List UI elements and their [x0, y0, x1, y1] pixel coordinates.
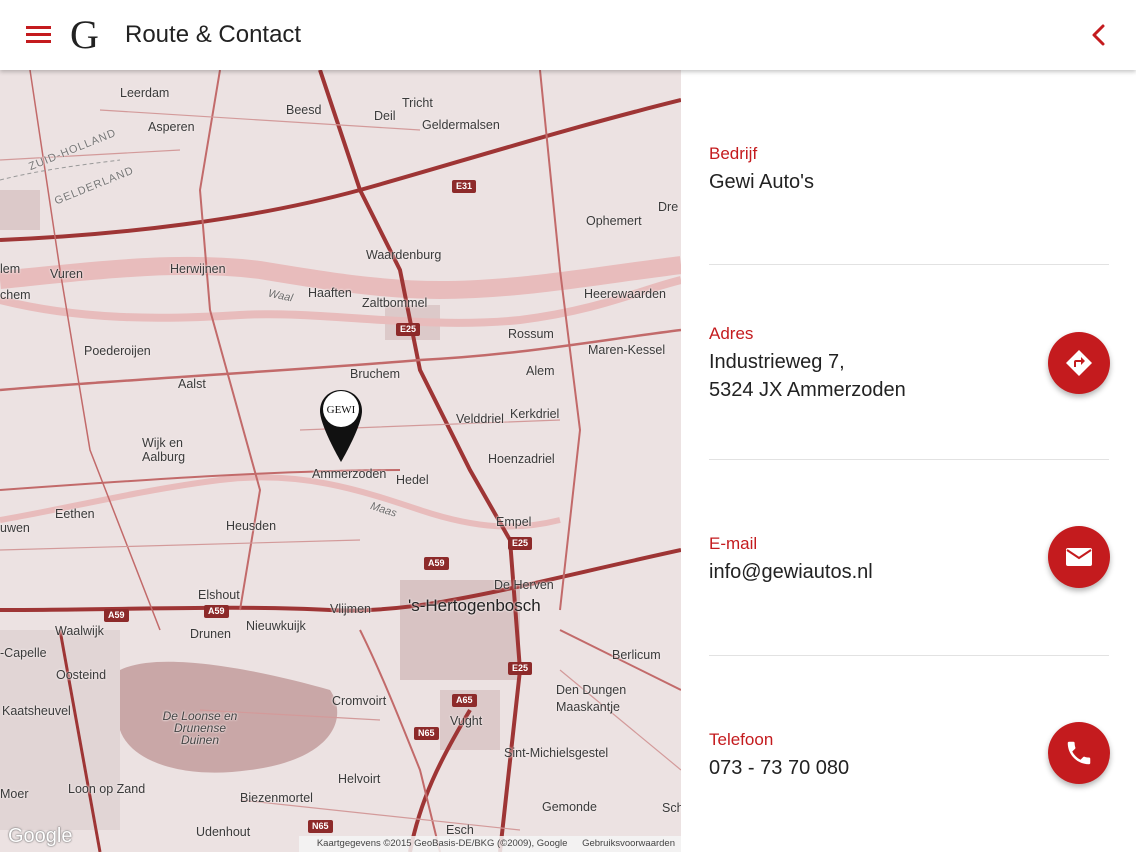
marker-text: GEWI — [327, 404, 356, 416]
google-logo: Google — [8, 825, 73, 847]
map-view[interactable]: Leerdam Beesd Tricht Deil Asperen Gelder… — [0, 70, 681, 852]
road-shield-a59: A59 — [424, 557, 449, 570]
map-label-cromvoirt: Cromvoirt — [332, 694, 387, 708]
map-label-sint-michielsgestel: Sint-Michielsgestel — [504, 746, 609, 760]
map-label-aalst: Aalst — [178, 377, 206, 391]
map-label-drunen: Drunen — [190, 627, 231, 641]
road-shield-n65: N65 — [414, 727, 439, 740]
map-label-asperen: Asperen — [148, 120, 195, 134]
app-bar: G Route & Contact — [0, 0, 1136, 70]
road-shield-e25: E25 — [508, 662, 533, 675]
email-icon — [1066, 548, 1092, 566]
map-label-waalwijk: Waalwijk — [55, 624, 104, 638]
road-shield-a59: A59 — [104, 609, 129, 622]
map-label-nieuwkuijk: Nieuwkuijk — [246, 619, 306, 633]
map-attribution: Kaartgegevens ©2015 GeoBasis-DE/BKG (©20… — [298, 836, 681, 852]
address-line-2: 5324 JX Ammerzoden — [709, 379, 906, 401]
divider — [709, 655, 1109, 656]
map-label-heerewaarden: Heerewaarden — [584, 287, 666, 301]
map-label-maren-kessel: Maren-Kessel — [588, 343, 666, 357]
map-label-ammerzoden: Ammerzoden — [312, 467, 387, 481]
map-label-heusden: Heusden — [226, 519, 277, 533]
map-label-capelle: -Capelle — [0, 646, 47, 660]
hamburger-menu-icon[interactable] — [20, 20, 58, 50]
chevron-left-icon[interactable] — [1082, 18, 1116, 52]
map-label-waardenburg: Waardenburg — [366, 248, 442, 262]
phone-button[interactable] — [1048, 722, 1110, 784]
road-shield-n65: N65 — [308, 820, 333, 833]
map-label-esch: Esch — [446, 823, 474, 837]
map-label-ophemert: Ophemert — [586, 214, 642, 228]
location-marker[interactable]: GEWI — [318, 388, 364, 464]
map-label-gemonde: Gemonde — [542, 800, 597, 814]
attribution-text: Kaartgegevens ©2015 GeoBasis-DE/BKG (©20… — [316, 838, 568, 849]
map-label-uwen: uwen — [0, 521, 30, 535]
map-label-vught: Vught — [450, 714, 483, 728]
road-shield-e31: E31 — [452, 180, 477, 193]
map-label-s-hertogenbosch: 's-Hertogenbosch — [408, 596, 541, 615]
map-label-tricht: Tricht — [402, 96, 433, 110]
address-label: Adres — [709, 324, 754, 343]
directions-icon — [1066, 350, 1092, 376]
map-label-lem: lem — [0, 262, 21, 276]
map-label-bruchem: Bruchem — [350, 367, 401, 381]
map-label-elshout: Elshout — [198, 588, 240, 602]
company-section: Bedrijf Gewi Auto's — [709, 143, 1109, 196]
company-label: Bedrijf — [709, 144, 758, 163]
map-label-velddriel: Velddriel — [456, 412, 504, 426]
map-label-geldermalsen: Geldermalsen — [422, 118, 500, 132]
road-shield-a65: A65 — [452, 694, 477, 707]
map-label-biezenmortel: Biezenmortel — [240, 791, 313, 805]
map-label-moer: Moer — [0, 787, 29, 801]
road-shield-a59: A59 — [204, 605, 229, 618]
map-label-de-herven: De Herven — [494, 578, 554, 592]
terms-link[interactable]: Gebruiksvoorwaarden — [582, 838, 675, 849]
map-label-den-dungen: Den Dungen — [556, 683, 627, 697]
map-label-vlijmen: Vlijmen — [330, 602, 371, 616]
contact-panel: Bedrijf Gewi Auto's Adres Industrieweg 7… — [681, 70, 1136, 852]
map-label-kerkdriel: Kerkdriel — [510, 407, 560, 421]
company-value: Gewi Auto's — [709, 171, 814, 193]
road-shield-e25: E25 — [396, 323, 421, 336]
map-label-rossum: Rossum — [508, 327, 554, 341]
map-label-deil: Deil — [374, 109, 396, 123]
map-label-alem: Alem — [526, 364, 555, 378]
map-label-chem: chem — [0, 288, 31, 302]
map-label-hoenzadriel: Hoenzadriel — [488, 452, 555, 466]
map-label-loon-op-zand: Loon op Zand — [68, 782, 146, 796]
gewi-logo: G — [70, 12, 99, 57]
map-label-dre: Dre — [658, 200, 679, 214]
email-button[interactable] — [1048, 526, 1110, 588]
map-label-beesd: Beesd — [286, 103, 322, 117]
phone-icon — [1067, 741, 1091, 765]
map-label-berlicum: Berlicum — [612, 648, 661, 662]
map-label-maaskantje: Maaskantje — [556, 700, 620, 714]
map-label-eethen: Eethen — [55, 507, 95, 521]
divider — [709, 264, 1109, 265]
map-label-haaften: Haaften — [308, 286, 352, 300]
map-label-poederoijen: Poederoijen — [84, 344, 151, 358]
map-label-sch: Sch — [662, 801, 681, 815]
map-label-oosteind: Oosteind — [56, 668, 107, 682]
map-label-udenhout: Udenhout — [196, 825, 251, 839]
map-label-helvoirt: Helvoirt — [338, 772, 381, 786]
road-shield-e25: E25 — [508, 537, 533, 550]
map-label-kaatsheuvel: Kaatsheuvel — [2, 704, 71, 718]
map-label-hedel: Hedel — [396, 473, 429, 487]
page-title: Route & Contact — [125, 21, 302, 48]
directions-button[interactable] — [1048, 332, 1110, 394]
map-label-vuren: Vuren — [50, 267, 83, 281]
map-label-park: De Loonse en Drunense Duinen — [162, 709, 238, 747]
map-label-herwijnen: Herwijnen — [170, 262, 226, 276]
map-label-wijk-en-aalburg: Wijk en Aalburg — [142, 436, 186, 464]
map-label-leerdam: Leerdam — [120, 86, 170, 100]
divider — [709, 459, 1109, 460]
map-label-empel: Empel — [496, 515, 532, 529]
map-label-zaltbommel: Zaltbommel — [362, 296, 428, 310]
